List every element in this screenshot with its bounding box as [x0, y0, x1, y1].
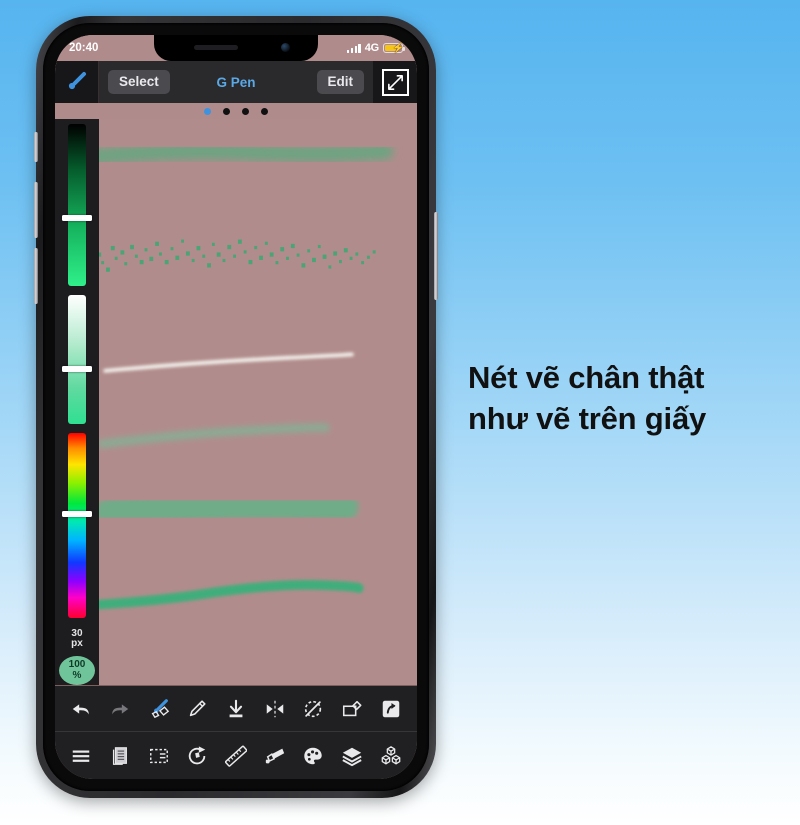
phone-screen: 20:40 4G ⚡ Select G Pen Edit 30 px 100 % [55, 35, 417, 779]
phone-frame: 20:40 4G ⚡ Select G Pen Edit 30 px 100 % [34, 16, 438, 798]
volume-up-button[interactable] [34, 182, 38, 238]
earpiece-speaker [194, 45, 238, 50]
share-icon[interactable] [376, 694, 406, 724]
bottom-toolbar-row-2 [55, 732, 417, 779]
status-time: 20:40 [69, 42, 99, 54]
layers-icon[interactable] [337, 741, 367, 771]
notch [154, 35, 318, 61]
page-dot-3[interactable] [242, 107, 249, 115]
eyedropper-icon[interactable] [182, 694, 212, 724]
mirror-icon[interactable] [260, 694, 290, 724]
brush-size-unit: px [71, 637, 83, 649]
hue-slider[interactable] [62, 433, 92, 618]
opacity-value: 100 [68, 659, 86, 671]
headline: Nét vẽ chân thật như vẽ trên giấy [468, 358, 778, 440]
page-dots[interactable] [55, 103, 417, 119]
ruler-icon[interactable] [221, 741, 251, 771]
battery-charging-icon: ⚡ [383, 42, 406, 54]
gradient-icon[interactable] [260, 741, 290, 771]
canvas-strokes [74, 143, 394, 611]
import-icon[interactable] [221, 694, 251, 724]
front-camera-icon [281, 43, 290, 52]
expand-button[interactable] [373, 61, 417, 103]
power-button[interactable] [434, 212, 438, 300]
color-sidebar: 30 px 100 % [55, 119, 99, 685]
brush-size-display[interactable]: 30 px [71, 628, 83, 649]
opacity-unit: % [72, 670, 82, 682]
mute-switch[interactable] [34, 132, 38, 162]
paintbrush-icon[interactable] [55, 61, 99, 103]
volume-down-button[interactable] [34, 248, 38, 304]
phone-bezel: 20:40 4G ⚡ Select G Pen Edit 30 px 100 % [43, 23, 429, 791]
headline-line-2: như vẽ trên giấy [468, 400, 707, 436]
saturation-slider-handle[interactable] [62, 366, 92, 373]
app-toolbar: Select G Pen Edit [55, 61, 417, 103]
brush-shape-icon[interactable] [144, 694, 174, 724]
value-slider[interactable] [62, 124, 92, 286]
light-tapered-stroke [97, 423, 330, 448]
transform-icon[interactable] [337, 694, 367, 724]
textured-pen-stroke [81, 579, 364, 611]
no-rotate-icon[interactable] [298, 694, 328, 724]
thick-marker-stroke [95, 490, 359, 528]
rotate-icon[interactable] [182, 741, 212, 771]
materials-icon[interactable] [376, 741, 406, 771]
opacity-badge[interactable]: 100 % [59, 655, 95, 685]
expand-diagonal-icon [381, 68, 409, 96]
select-button[interactable]: Select [108, 70, 170, 94]
palette-icon[interactable] [298, 741, 328, 771]
white-thin-stroke [103, 352, 354, 373]
value-slider-handle[interactable] [62, 214, 92, 221]
page-dot-2[interactable] [223, 107, 230, 115]
headline-line-1: Nét vẽ chân thật [468, 360, 705, 395]
toolbar-center: Select G Pen Edit [99, 61, 373, 103]
saturation-slider[interactable] [62, 294, 92, 425]
network-type-label: 4G [364, 42, 379, 54]
bottom-toolbar-row-1 [55, 685, 417, 732]
bottom-toolbars [55, 685, 417, 779]
signal-bars-icon [346, 43, 361, 53]
drawing-canvas[interactable] [55, 119, 417, 685]
selection-icon[interactable] [144, 741, 174, 771]
charging-bolt-icon: ⚡ [392, 42, 405, 54]
page-dot-4[interactable] [261, 107, 268, 115]
menu-icon[interactable] [66, 741, 96, 771]
status-indicators: 4G ⚡ [346, 42, 406, 54]
hue-slider-handle[interactable] [62, 510, 92, 517]
spray-dots-stroke [78, 239, 376, 272]
edit-button[interactable]: Edit [316, 70, 364, 94]
soft-airbrush-stroke [74, 143, 394, 166]
redo-icon[interactable] [105, 694, 135, 724]
undo-icon[interactable] [66, 694, 96, 724]
page-dot-1[interactable] [204, 107, 211, 115]
pages-icon[interactable] [105, 741, 135, 771]
